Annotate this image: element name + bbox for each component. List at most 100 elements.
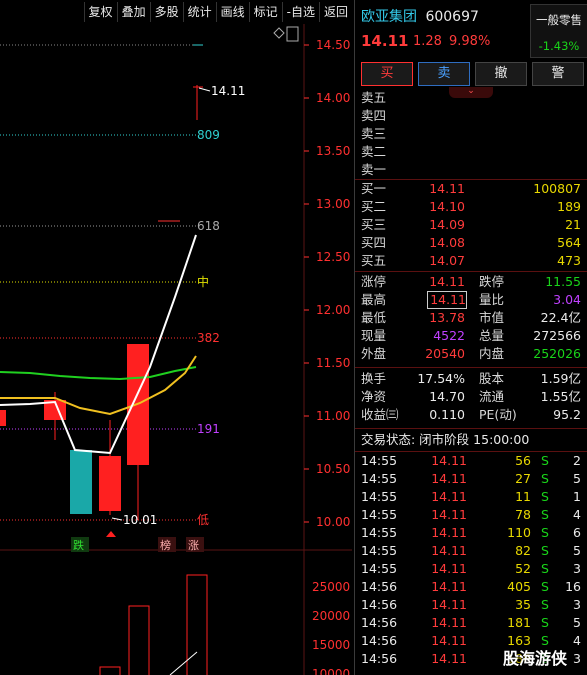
price-tick: 12.00 — [316, 303, 350, 317]
low-price-label: 10.01 — [123, 513, 157, 527]
fib-label-191: 191 — [197, 422, 220, 436]
ma-line-green — [0, 366, 197, 381]
tick-count: 6 — [573, 525, 581, 540]
tick-row: 14:56 14.11 181 S 5 — [355, 614, 587, 632]
tick-count: 5 — [573, 615, 581, 630]
fib-label-809: 809 — [197, 128, 220, 142]
stock-name: 欧亚集团 — [361, 9, 417, 25]
price-tick: 11.00 — [316, 409, 350, 423]
tick-side: S — [541, 471, 549, 486]
cancel-button[interactable]: 撤 — [475, 62, 527, 86]
signal-fall: 跌 — [73, 538, 84, 552]
stats-row: 净资 14.70 流通 1.55亿 — [361, 389, 581, 404]
buy-button[interactable]: 买 — [361, 62, 413, 86]
stats-row: 收益㈢ 0.110 PE(动) 95.2 — [361, 407, 581, 422]
tick-count: 5 — [573, 543, 581, 558]
ask-row: 卖三 — [361, 126, 387, 141]
ask-row: 卖四 — [361, 108, 387, 123]
tick-count: 16 — [565, 579, 581, 594]
bid-row[interactable]: 买一 14.11 100807 — [355, 180, 587, 198]
tick-time: 14:56 — [361, 579, 398, 594]
volume-tick: 15000 — [312, 638, 350, 652]
ask-row: 卖五 — [361, 90, 387, 105]
tick-count: 3 — [573, 597, 581, 612]
tick-side: S — [541, 453, 549, 468]
toolbar-multi-stock-button[interactable]: 多股 — [149, 2, 183, 22]
signal-rise: 涨 — [188, 539, 199, 552]
tick-volume: 82 — [515, 543, 531, 558]
price-tick: 11.50 — [316, 356, 350, 370]
ask-row: 卖一 — [361, 162, 387, 177]
tick-time: 14:56 — [361, 615, 398, 630]
sell-button[interactable]: 卖 — [418, 62, 470, 86]
bid-row[interactable]: 买三 14.09 21 — [355, 216, 587, 234]
tick-price: 14.11 — [431, 453, 467, 468]
sector-name: 一般零售 — [536, 13, 582, 27]
tick-time: 14:56 — [361, 597, 398, 612]
kline-chart[interactable]: 14.50 14.00 13.50 13.00 12.50 12.00 11.5… — [0, 24, 352, 675]
stats-row: 换手 17.54% 股本 1.59亿 — [361, 371, 581, 386]
tick-row: 14:55 14.11 56 S 2 — [355, 452, 587, 470]
high-price-label: 14.11 — [211, 84, 245, 98]
volume-tick: 20000 — [312, 609, 350, 623]
tick-volume: 405 — [507, 579, 531, 594]
tick-count: 4 — [573, 507, 581, 522]
sector-change: -1.43% — [538, 39, 580, 53]
bid-row[interactable]: 买四 14.08 564 — [355, 234, 587, 252]
tick-side: S — [541, 507, 549, 522]
bid-row[interactable]: 买二 14.10 189 — [355, 198, 587, 216]
chart-toolbar: 复权 叠加 多股 统计 画线 标记 -自选 返回 — [0, 0, 352, 24]
toolbar-overlay-button[interactable]: 叠加 — [116, 2, 150, 22]
tick-row: 14:55 14.11 78 S 4 — [355, 506, 587, 524]
price-tick: 10.00 — [316, 515, 350, 529]
quote-panel: 欧亚集团 600697 14.11 1.28 9.98% 一般零售 -1.43%… — [354, 0, 587, 675]
ma-line-white — [0, 234, 197, 455]
toolbar-stats-button[interactable]: 统计 — [182, 2, 216, 22]
diamond-icon[interactable] — [273, 27, 285, 39]
tick-time: 14:55 — [361, 471, 398, 486]
price-tick: 10.50 — [316, 462, 350, 476]
volume-bar — [186, 574, 208, 675]
scroll-box-icon[interactable] — [286, 26, 299, 42]
ma-line-yellow — [0, 355, 197, 416]
candle-up — [0, 410, 6, 426]
price-tick: 14.00 — [316, 91, 350, 105]
toolbar-remove-watchlist-button[interactable]: -自选 — [281, 2, 319, 22]
tick-price: 14.11 — [431, 489, 467, 504]
tick-row: 14:56 14.11 35 S 3 — [355, 596, 587, 614]
alert-button[interactable]: 警 — [532, 62, 584, 86]
stats-row: 最高 14.11 量比 3.04 — [361, 291, 581, 309]
tick-side: S — [541, 615, 549, 630]
tick-side: S — [541, 489, 549, 504]
candle-down — [70, 450, 92, 514]
tick-row: 14:55 14.11 27 S 5 — [355, 470, 587, 488]
tick-time: 14:55 — [361, 561, 398, 576]
volume-bar — [128, 605, 150, 675]
tick-price: 14.11 — [431, 471, 467, 486]
candle-up — [99, 456, 121, 511]
toolbar-fuquan-button[interactable]: 复权 — [83, 2, 117, 22]
tick-volume: 110 — [507, 525, 531, 540]
tick-price: 14.11 — [431, 543, 467, 558]
tick-row: 14:55 14.11 82 S 5 — [355, 542, 587, 560]
up-arrow-icon — [106, 531, 116, 537]
tick-price: 14.11 — [431, 507, 467, 522]
tick-price: 14.11 — [431, 651, 467, 666]
sector-box[interactable]: 一般零售 -1.43% — [530, 4, 587, 58]
fib-label-low: 低 — [197, 513, 209, 527]
tick-time: 14:55 — [361, 489, 398, 504]
tick-price: 14.11 — [431, 579, 467, 594]
tick-count: 5 — [573, 471, 581, 486]
bid-row[interactable]: 买五 14.07 473 — [355, 252, 587, 270]
tick-time: 14:55 — [361, 453, 398, 468]
volume-tick: 10000 — [312, 667, 350, 675]
toolbar-back-button[interactable]: 返回 — [318, 2, 352, 22]
price-tick: 12.50 — [316, 250, 350, 264]
tick-side: S — [541, 525, 549, 540]
toolbar-draw-line-button[interactable]: 画线 — [215, 2, 249, 22]
volume-tick: 25000 — [312, 580, 350, 594]
price-axis-labels: 14.50 14.00 13.50 13.00 12.50 12.00 11.5… — [316, 38, 350, 529]
toolbar-mark-button[interactable]: 标记 — [248, 2, 282, 22]
stats-row: 现量 4522 总量 272566 — [361, 328, 581, 343]
tick-price: 14.11 — [431, 597, 467, 612]
